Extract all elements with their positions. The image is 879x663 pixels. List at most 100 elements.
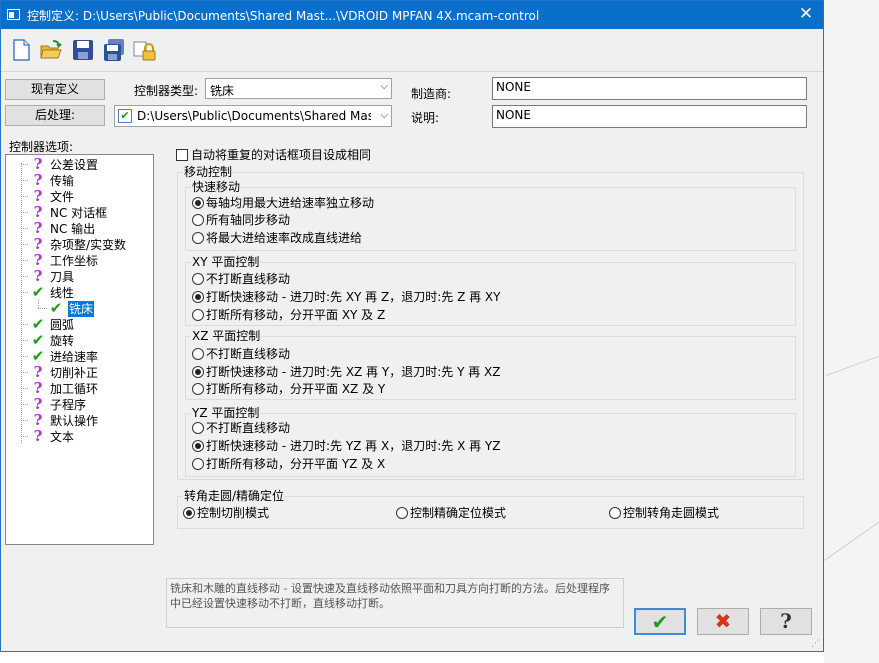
tree-item-label: 默认操作 [50,414,99,428]
tree-item-label: NC 输出 [50,222,96,236]
radio-button[interactable] [192,422,204,434]
radio-button[interactable] [609,507,621,519]
tree-item-label: 子程序 [50,398,87,412]
cancel-button[interactable]: ✖ [697,608,749,635]
radio-button[interactable] [192,348,204,360]
radio-button[interactable] [192,197,204,209]
window-title: 控制定义: D:\Users\Public\Documents\Shared M… [27,9,540,23]
tree-item-label: 杂项整/实变数 [50,238,127,252]
manufacturer-label: 制造商: [411,87,452,101]
tree-connector [21,388,28,389]
description-field[interactable]: NONE [492,105,807,128]
radio-label: 打断所有移动，分开平面 YZ 及 X [206,457,386,471]
xy-option-break-rapid[interactable]: 打断快速移动 - 进刀时:先 XY 再 Z，退刀时:先 Z 再 XY [192,290,500,304]
controller-type-label: 控制器类型: [134,84,199,98]
corner-option-rounding[interactable]: 控制转角走圆模式 [609,506,719,520]
radio-button[interactable] [192,383,204,395]
close-button[interactable]: ✕ [789,1,823,29]
rapid-option-linear-feed[interactable]: 将最大进给速率改成直线进给 [192,231,362,245]
controller-type-select[interactable]: 铣床 ⌵ [205,78,392,99]
radio-label: 打断快速移动 - 进刀时:先 YZ 再 X，退刀时:先 X 再 YZ [206,439,501,453]
chevron-down-icon: ⌵ [380,81,388,92]
resize-grip-icon[interactable]: ⋰ [811,639,821,649]
tree-connector [21,292,28,293]
tree-connector [21,244,28,245]
auto-same-checkbox[interactable]: 自动将重复的对话框项目设成相同 [176,148,371,162]
title-bar[interactable]: 控制定义: D:\Users\Public\Documents\Shared M… [1,1,823,29]
radio-label: 将最大进给速率改成直线进给 [206,231,363,245]
radio-button[interactable] [183,507,195,519]
radio-label: 不打断直线移动 [206,272,291,286]
checkmark-icon: ✔ [31,283,45,301]
controller-options-label: 控制器选项: [9,140,74,154]
checkmark-icon: ✔ [49,299,63,317]
xz-option-break-all[interactable]: 打断所有移动，分开平面 XZ 及 Y [192,382,385,396]
tree-connector [21,404,28,405]
new-file-icon[interactable] [9,38,33,62]
save-icon[interactable] [71,38,95,62]
xy-option-no-break[interactable]: 不打断直线移动 [192,272,290,286]
motion-control-title: 移动控制 [183,165,234,179]
radio-button[interactable] [192,440,204,452]
corner-option-exact-stop[interactable]: 控制精确定位模式 [396,506,506,520]
ok-button[interactable]: ✔ [634,608,686,635]
controller-type-value: 铣床 [210,84,235,98]
radio-button[interactable] [192,214,204,226]
checkmark-icon: ✔ [31,315,45,333]
xy-option-break-all[interactable]: 打断所有移动，分开平面 XY 及 Z [192,308,385,322]
yz-option-break-all[interactable]: 打断所有移动，分开平面 YZ 及 X [192,457,385,471]
rapid-option-synchronized[interactable]: 所有轴同步移动 [192,213,290,227]
radio-button[interactable] [192,273,204,285]
question-icon: ? [33,203,43,221]
desktop-background [824,0,879,663]
tree-item-label: 旋转 [50,334,75,348]
radio-button[interactable] [192,458,204,470]
tree-connector [21,356,28,357]
xy-plane-title: XY 平面控制 [191,255,261,269]
corner-option-cutting-mode[interactable]: 控制切削模式 [183,506,269,520]
current-definition-button[interactable]: 现有定义 [5,79,105,100]
radio-button[interactable] [396,507,408,519]
window-icon [7,9,20,20]
radio-button[interactable] [192,366,204,378]
question-icon: ? [33,379,43,397]
tree-item-label: 工作坐标 [50,254,99,268]
checkmark-icon: ✔ [31,347,45,365]
yz-option-break-rapid[interactable]: 打断快速移动 - 进刀时:先 YZ 再 X，退刀时:先 X 再 YZ [192,439,500,453]
controller-options-tree: ? 公差设置 ? 传输 ? 文件 ? NC 对话框 ? NC 输出 ? 杂项整/实变数 ? 工… [5,154,154,545]
manufacturer-field[interactable]: NONE [492,77,807,100]
radio-button[interactable] [192,232,204,244]
post-processor-button[interactable]: 后处理: [5,105,105,126]
question-icon: ? [33,171,43,189]
document-check-icon: ✔ [118,109,132,123]
post-path-select[interactable]: ✔ D:\Users\Public\Documents\Shared Maste… [114,105,392,127]
checkbox-label: 自动将重复的对话框项目设成相同 [191,148,372,162]
tree-item-label: 铣床 [68,301,95,317]
corner-rounding-title: 转角走圆/精确定位 [183,489,286,503]
tree-connector [38,308,47,309]
lock-icon[interactable] [132,38,156,62]
save-all-icon[interactable] [102,38,126,62]
radio-label: 控制转角走圆模式 [623,506,720,520]
rapid-option-independent[interactable]: 每轴均用最大进给速率独立移动 [192,196,374,210]
tree-item-label: 文件 [50,190,75,204]
question-icon: ? [33,235,43,253]
help-button[interactable]: ? [760,608,812,635]
tree-connector [21,276,28,277]
checkmark-icon: ✔ [31,331,45,349]
tree-connector [21,420,28,421]
radio-button[interactable] [192,291,204,303]
question-icon: ? [33,187,43,205]
question-icon: ? [33,363,43,381]
radio-label: 不打断直线移动 [206,347,291,361]
radio-label: 打断所有移动，分开平面 XY 及 Z [206,308,386,322]
xz-option-break-rapid[interactable]: 打断快速移动 - 进刀时:先 XZ 再 Y，退刀时:先 Y 再 XZ [192,365,500,379]
checkbox-box[interactable] [176,149,188,161]
yz-option-no-break[interactable]: 不打断直线移动 [192,421,290,435]
tree-item-label: 圆弧 [50,318,75,332]
tree-connector [21,212,28,213]
xz-option-no-break[interactable]: 不打断直线移动 [192,347,290,361]
radio-button[interactable] [192,309,204,321]
question-icon: ? [33,155,43,173]
open-folder-icon[interactable] [39,38,63,62]
